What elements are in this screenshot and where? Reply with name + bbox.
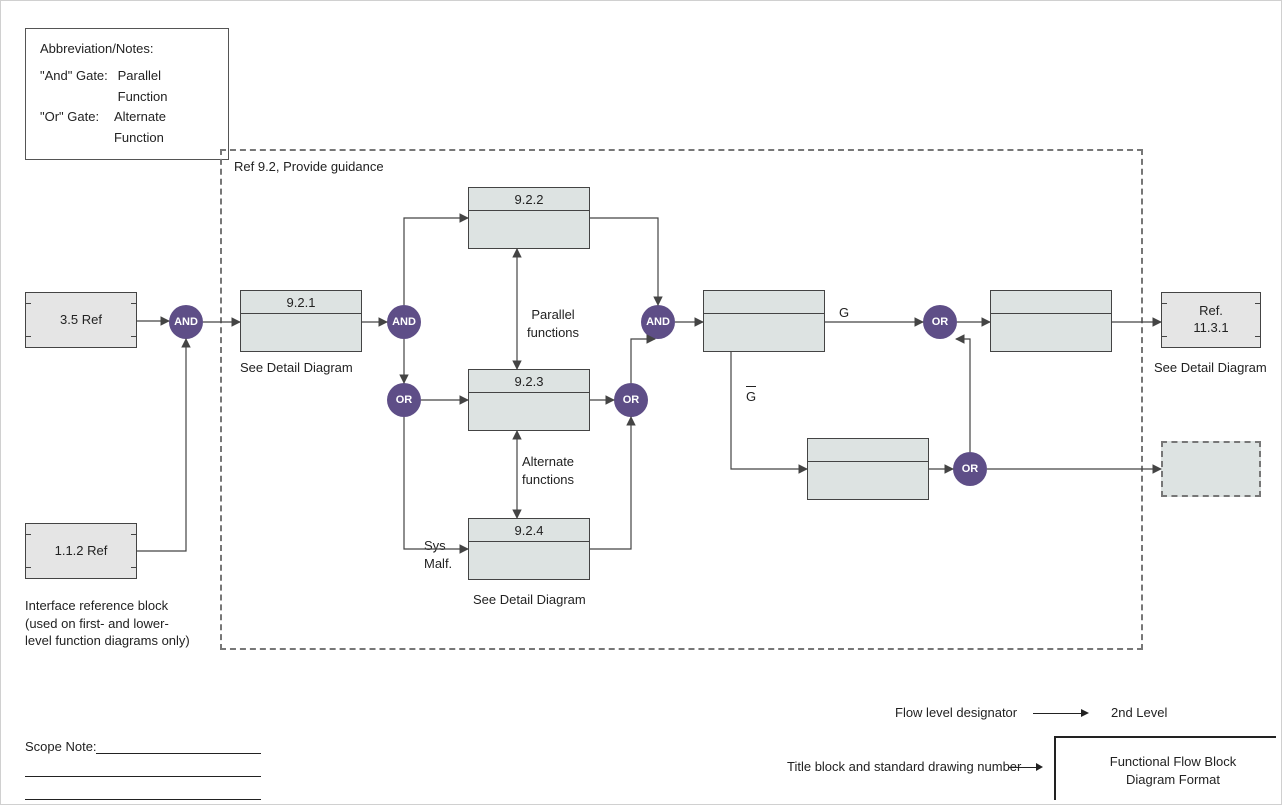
dashed-target-block bbox=[1161, 441, 1261, 497]
gate-and-3: AND bbox=[641, 305, 675, 339]
notes-or-val: Alternate Function bbox=[114, 107, 214, 149]
gate-and-1: AND bbox=[169, 305, 203, 339]
see-detail-1: See Detail Diagram bbox=[240, 359, 353, 377]
notes-and-val: Parallel Function bbox=[118, 66, 214, 108]
flow-level-designator-label: Flow level designator bbox=[895, 704, 1017, 722]
g-label: G bbox=[839, 304, 849, 322]
ref-block-1-1-2: 1.1.2 Ref bbox=[25, 523, 137, 579]
ref-block-11-3-1: Ref. 11.3.1 bbox=[1161, 292, 1261, 348]
ref-1-1-2-label: 1.1.2 Ref bbox=[55, 543, 108, 560]
diagram-canvas: Abbreviation/Notes: "And" Gate: Parallel… bbox=[0, 0, 1282, 805]
gbar-label: G bbox=[746, 388, 756, 406]
block-9-2-1-label: 9.2.1 bbox=[287, 295, 316, 310]
gate-and-2: AND bbox=[387, 305, 421, 339]
scope-line-1 bbox=[96, 753, 261, 754]
see-detail-3: See Detail Diagram bbox=[1154, 359, 1267, 377]
ffbd-format-label: Functional Flow Block Diagram Format bbox=[1093, 753, 1253, 788]
notes-or-key: "Or" Gate: bbox=[40, 107, 114, 149]
title-block-arrow-line bbox=[1009, 767, 1039, 768]
gate-or-2: OR bbox=[614, 383, 648, 417]
gate-or-3: OR bbox=[923, 305, 957, 339]
flow-level-arrow-head bbox=[1081, 709, 1089, 717]
scope-line-2 bbox=[25, 776, 261, 777]
notes-and-key: "And" Gate: bbox=[40, 66, 118, 108]
flow-level-arrow-line bbox=[1033, 713, 1081, 714]
ref-block-3-5: 3.5 Ref bbox=[25, 292, 137, 348]
scope-line-3 bbox=[25, 799, 261, 800]
guidance-container bbox=[220, 149, 1143, 650]
block-right-2 bbox=[990, 290, 1112, 352]
block-9-2-4-label: 9.2.4 bbox=[515, 523, 544, 538]
sys-malf-label: Sys Malf. bbox=[424, 537, 452, 572]
block-mid-2 bbox=[807, 438, 929, 500]
block-9-2-3: 9.2.3 bbox=[468, 369, 590, 431]
guidance-container-label: Ref 9.2, Provide guidance bbox=[234, 159, 384, 174]
block-9-2-1: 9.2.1 bbox=[240, 290, 362, 352]
alternate-functions-label: Alternate functions bbox=[522, 453, 574, 488]
block-9-2-2: 9.2.2 bbox=[468, 187, 590, 249]
notes-box: Abbreviation/Notes: "And" Gate: Parallel… bbox=[25, 28, 229, 160]
block-9-2-4: 9.2.4 bbox=[468, 518, 590, 580]
ref-11-3-1-label: Ref. 11.3.1 bbox=[1193, 303, 1228, 337]
gate-or-1: OR bbox=[387, 383, 421, 417]
g-bar-overline bbox=[746, 386, 756, 387]
notes-title: Abbreviation/Notes: bbox=[40, 39, 214, 60]
title-block-drawing-label: Title block and standard drawing number bbox=[787, 758, 1021, 776]
second-level-label: 2nd Level bbox=[1111, 704, 1167, 722]
block-9-2-2-label: 9.2.2 bbox=[515, 192, 544, 207]
interface-ref-caption: Interface reference block (used on first… bbox=[25, 597, 190, 650]
gate-or-4: OR bbox=[953, 452, 987, 486]
parallel-functions-label: Parallel functions bbox=[527, 306, 579, 341]
ref-3-5-label: 3.5 Ref bbox=[60, 312, 102, 329]
block-9-2-3-label: 9.2.3 bbox=[515, 374, 544, 389]
see-detail-2: See Detail Diagram bbox=[473, 591, 586, 609]
title-block-arrow-head bbox=[1036, 763, 1043, 771]
scope-note-label: Scope Note: bbox=[25, 738, 97, 756]
block-mid-1 bbox=[703, 290, 825, 352]
